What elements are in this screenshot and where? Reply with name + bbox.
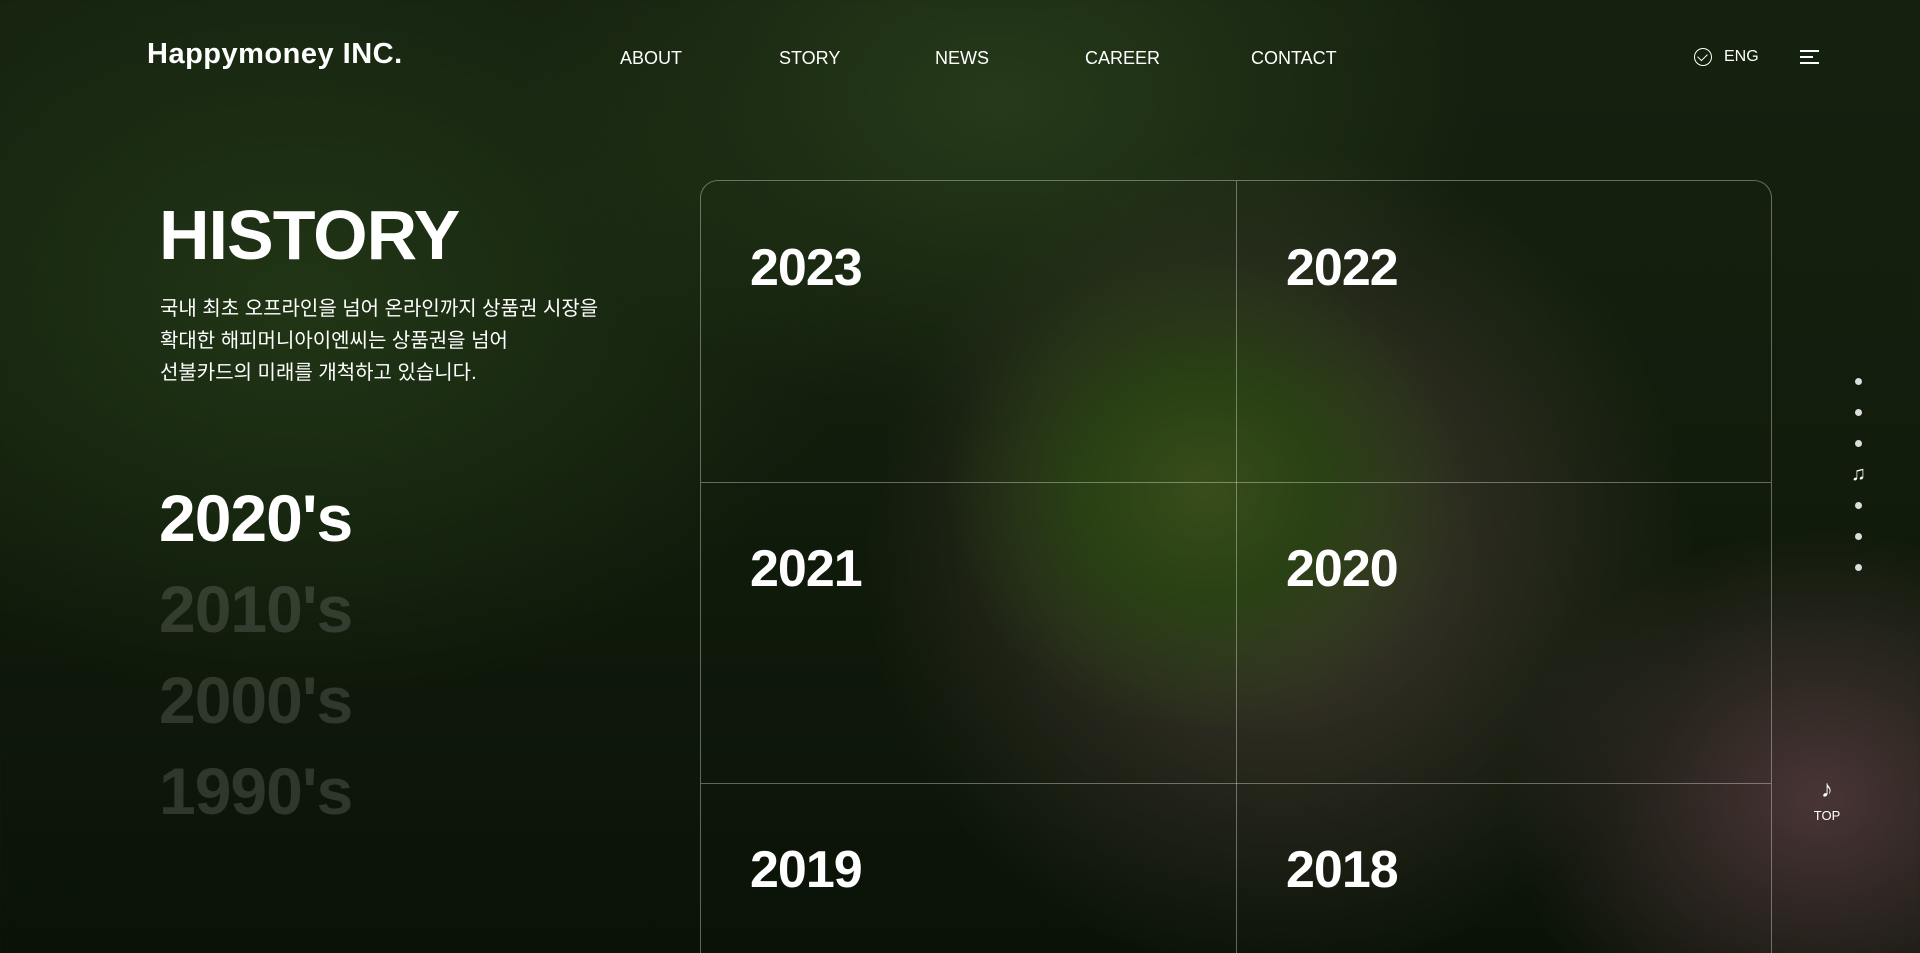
pager-dot[interactable] <box>1855 533 1862 540</box>
pager-dot[interactable] <box>1855 502 1862 509</box>
top-button[interactable]: ♪ TOP <box>1811 776 1843 824</box>
music-note-icon: ♪ <box>1821 776 1833 803</box>
language-label: ENG <box>1724 48 1759 65</box>
pager-dot[interactable] <box>1855 564 1862 571</box>
nav-contact[interactable]: CONTACT <box>1251 48 1337 69</box>
description-line: 선불카드의 미래를 개척하고 있습니다. <box>160 362 477 384</box>
year-card-2022[interactable]: 2022 <box>1286 238 1399 298</box>
description-line: 국내 최초 오프라인을 넘어 온라인까지 상품권 시장을 <box>160 298 599 320</box>
menu-icon[interactable] <box>1800 50 1819 65</box>
decade-1990s[interactable]: 1990's <box>159 751 353 842</box>
music-note-icon[interactable]: ♫ <box>1851 464 1867 486</box>
decade-list: 2020's 2010's 2000's 1990's <box>159 478 353 842</box>
description-line: 확대한 해피머니아이엔씨는 상품권을 넘어 <box>160 330 508 352</box>
page-title: HISTORY <box>159 196 460 274</box>
nav-story[interactable]: STORY <box>779 48 840 69</box>
nav-about[interactable]: ABOUT <box>620 48 682 69</box>
nav-career[interactable]: CAREER <box>1085 48 1160 69</box>
decade-2010s[interactable]: 2010's <box>159 569 353 660</box>
decade-2000s[interactable]: 2000's <box>159 660 353 751</box>
grid-divider <box>701 783 1771 784</box>
globe-icon <box>1694 48 1712 66</box>
nav-news[interactable]: NEWS <box>935 48 989 69</box>
top-label: TOP <box>1813 808 1841 823</box>
pager-dot[interactable] <box>1855 409 1862 416</box>
year-grid: 2023 2022 2021 2020 2019 2018 <box>700 180 1772 953</box>
main-nav: ABOUT STORY NEWS CAREER CONTACT <box>0 48 1920 72</box>
year-card-2019[interactable]: 2019 <box>750 840 863 900</box>
history-description: 국내 최초 오프라인을 넘어 온라인까지 상품권 시장을 확대한 해피머니아이엔… <box>160 293 680 389</box>
decade-2020s[interactable]: 2020's <box>159 478 353 569</box>
year-card-2021[interactable]: 2021 <box>750 539 863 599</box>
year-card-2020[interactable]: 2020 <box>1286 539 1399 599</box>
language-switch[interactable]: ENG <box>1694 48 1759 66</box>
grid-divider <box>701 482 1771 483</box>
pager-dot[interactable] <box>1855 378 1862 385</box>
year-card-2023[interactable]: 2023 <box>750 238 863 298</box>
grid-divider <box>1236 181 1237 953</box>
year-card-2018[interactable]: 2018 <box>1286 840 1399 900</box>
pager-dot[interactable] <box>1855 440 1862 447</box>
